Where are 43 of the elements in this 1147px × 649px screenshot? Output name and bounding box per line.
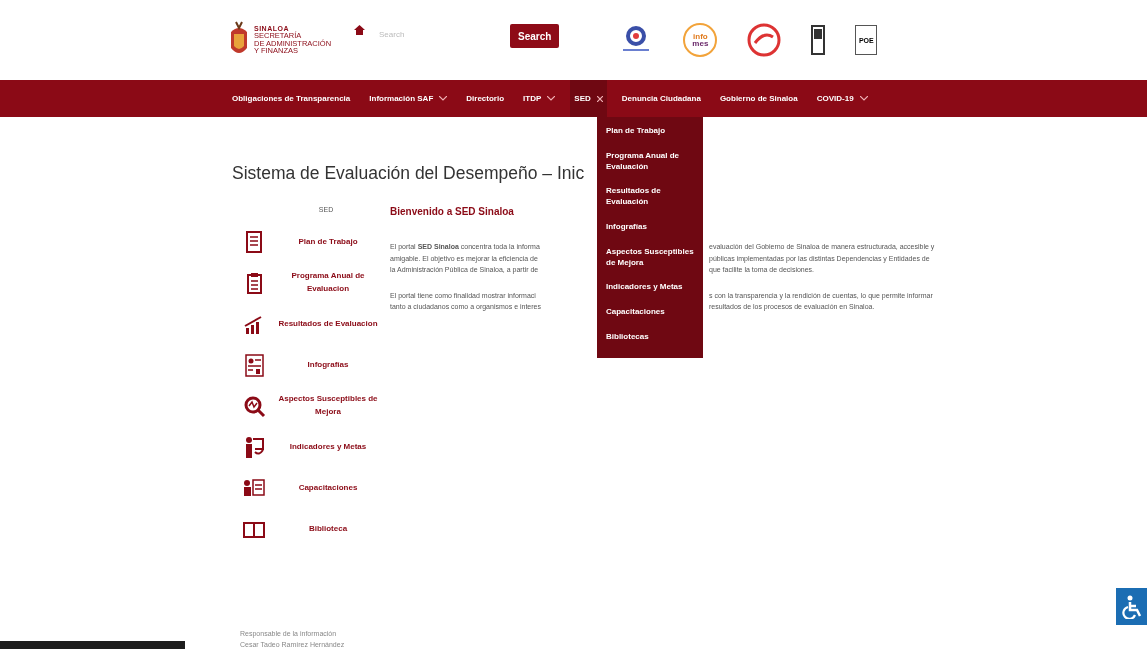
sidebar-link-label[interactable]: Infografías: [266, 358, 390, 372]
nav-item[interactable]: Gobierno de Sinaloa: [715, 80, 802, 117]
magnifier-icon: [242, 394, 266, 418]
sidebar-link-label[interactable]: Programa Anual de Evaluacion: [266, 270, 390, 296]
dropdown-item[interactable]: Indicadores y Metas: [597, 277, 703, 303]
nav-item[interactable]: Directorio: [462, 80, 509, 117]
sidebar-link-label[interactable]: Plan de Trabajo: [266, 235, 390, 249]
dropdown-item[interactable]: Plan de Trabajo: [597, 121, 703, 146]
sidebar-link[interactable]: Aspectos Susceptibles de Mejora: [232, 389, 390, 423]
sidebar-link[interactable]: Infografías: [232, 348, 390, 382]
infomes-logo[interactable]: info mes: [683, 23, 718, 57]
sidebar-link[interactable]: Resultados de Evaluacion: [232, 307, 390, 341]
nav-item[interactable]: COVID-19: [812, 80, 872, 117]
search-button[interactable]: Search: [510, 24, 560, 48]
sidebar-link[interactable]: Biblioteca: [232, 512, 390, 546]
dropdown-item[interactable]: Capacitaciones: [597, 302, 703, 327]
nav-item[interactable]: Denuncia Ciudadana: [617, 80, 705, 117]
sidebar-link[interactable]: Indicadores y Metas: [232, 430, 390, 464]
phone-icon[interactable]: [811, 25, 826, 55]
home-icon[interactable]: [354, 25, 365, 35]
stamp-icon[interactable]: [747, 23, 782, 57]
dropdown-item[interactable]: Programa Anual de Evaluación: [597, 145, 703, 182]
sidebar-link[interactable]: Capacitaciones: [232, 471, 390, 505]
wheelchair-icon: [1121, 594, 1142, 619]
sidebar-link-label[interactable]: Biblioteca: [266, 522, 390, 536]
nav-item[interactable]: Obligaciones de Transparencia: [228, 80, 355, 117]
sidebar-link[interactable]: Programa Anual de Evaluacion: [232, 266, 390, 300]
welcome-heading: Bienvenido a SED Sinaloa: [390, 206, 515, 217]
dropdown-item[interactable]: Aspectos Susceptibles de Mejora: [597, 241, 703, 278]
sidebar-link-label[interactable]: Resultados de Evaluacion: [266, 317, 390, 331]
sidebar-link-label[interactable]: Aspectos Susceptibles de Mejora: [266, 393, 390, 419]
dropdown-item[interactable]: Infografías: [597, 217, 703, 242]
sidebar-link-label[interactable]: Capacitaciones: [266, 481, 390, 495]
infographic-icon: [242, 353, 266, 377]
dropdown-item[interactable]: Resultados de Evaluación: [597, 181, 703, 217]
nav-item[interactable]: Información SAF: [365, 80, 452, 117]
page-title: Sistema de Evaluación del Desempeño – Inic: [232, 163, 585, 184]
nav-item[interactable]: SED: [570, 80, 607, 117]
dropdown-item[interactable]: Bibliotecas: [597, 326, 703, 352]
accessibility-button[interactable]: [1116, 588, 1147, 625]
sidebar-link[interactable]: Plan de Trabajo: [232, 225, 390, 259]
sidebar-link-label[interactable]: Indicadores y Metas: [266, 440, 390, 454]
nav-item[interactable]: ITDP: [519, 80, 560, 117]
